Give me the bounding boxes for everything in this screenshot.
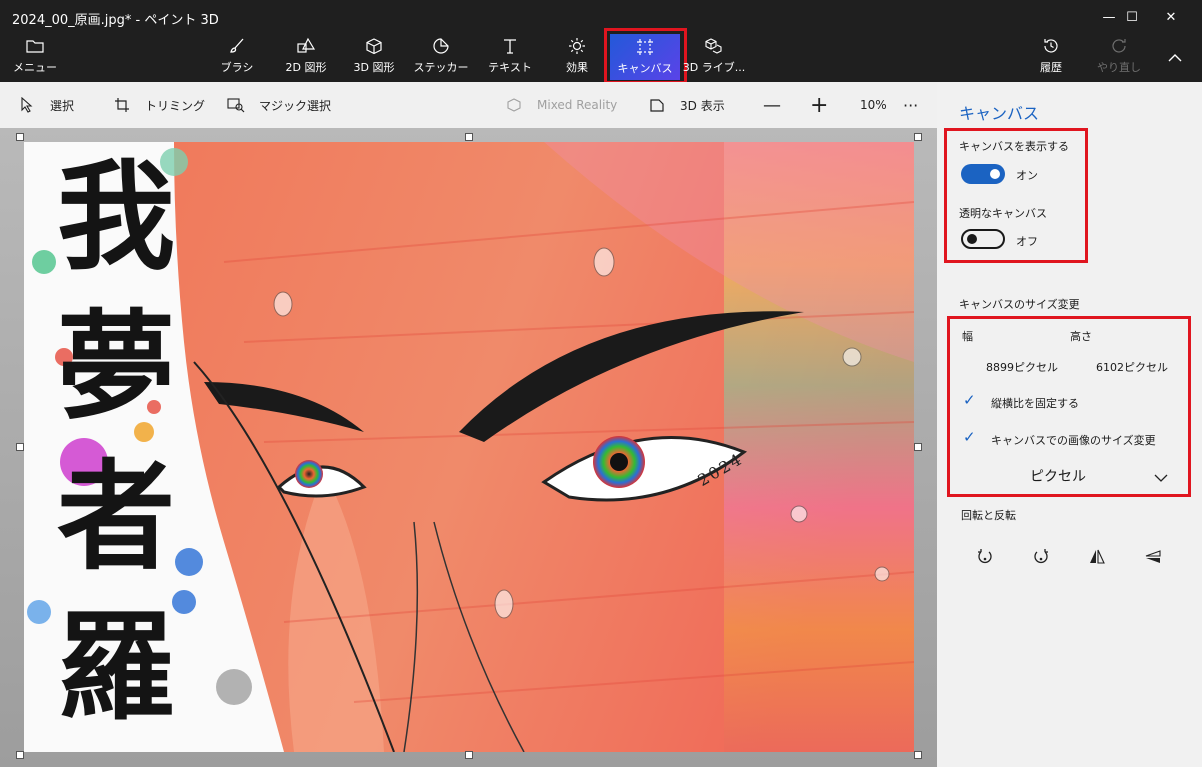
rotate-right-icon[interactable]: [1030, 546, 1052, 568]
close-button[interactable]: ✕: [1148, 0, 1194, 34]
magic-select-icon: [227, 96, 245, 114]
resize-handle[interactable]: [914, 443, 922, 451]
select-button[interactable]: 選択: [18, 82, 74, 128]
menu-label: メニュー: [13, 61, 57, 74]
tool-effects-label: 効果: [566, 61, 588, 74]
flip-horizontal-icon[interactable]: [1086, 546, 1108, 568]
tool-3d-shapes[interactable]: 3D 図形: [351, 36, 397, 82]
text-icon: [500, 36, 520, 56]
canvas-toolbar: 選択 トリミング マジック選択 Mixed Reality 3D 表示 — + …: [0, 82, 937, 128]
brush-icon: [227, 36, 247, 56]
mixed-reality-icon: [505, 96, 523, 114]
tool-effects[interactable]: 効果: [556, 36, 598, 82]
resize-handle[interactable]: [465, 751, 473, 759]
resize-handle[interactable]: [914, 751, 922, 759]
mixed-reality-button[interactable]: Mixed Reality: [505, 82, 617, 128]
tool-3d-library[interactable]: 3D ライブ...: [682, 36, 746, 82]
zoom-in-button[interactable]: +: [810, 82, 828, 128]
redo-icon: [1109, 36, 1129, 56]
3d-shapes-icon: [364, 36, 384, 56]
3d-view-label: 3D 表示: [680, 98, 725, 113]
tool-2d-shapes[interactable]: 2D 図形: [283, 36, 329, 82]
tool-brush[interactable]: ブラシ: [215, 36, 259, 82]
magic-select-button[interactable]: マジック選択: [227, 82, 331, 128]
resize-handle[interactable]: [16, 133, 24, 141]
tool-sticker-label: ステッカー: [413, 61, 469, 74]
resize-handle[interactable]: [16, 443, 24, 451]
3d-library-icon: [704, 36, 724, 56]
sticker-icon: [431, 36, 451, 56]
tool-2d-shapes-label: 2D 図形: [285, 61, 327, 74]
mixed-reality-label: Mixed Reality: [537, 98, 618, 112]
chevron-up-icon: [1165, 48, 1185, 68]
calligraphy-char: 夢: [56, 297, 175, 436]
history-icon: [1041, 36, 1061, 56]
rotate-flip-heading: 回転と反転: [961, 509, 1016, 522]
pointer-icon: [18, 96, 36, 114]
calligraphy-char: 羅: [56, 597, 175, 736]
resize-handle[interactable]: [16, 751, 24, 759]
resize-canvas-heading: キャンバスのサイズ変更: [959, 298, 1080, 311]
tool-brush-label: ブラシ: [220, 61, 254, 74]
select-label: 選択: [50, 98, 75, 113]
folder-icon: [25, 36, 45, 56]
panel-title: キャンバス: [959, 104, 1040, 123]
menu-button[interactable]: メニュー: [10, 36, 60, 82]
redo-button[interactable]: やり直し: [1095, 36, 1143, 82]
calligraphy-char: 者: [56, 447, 175, 586]
app-header: 2024_00_原画.jpg* - ペイント 3D — ☐ ✕ メニュー ブラシ…: [0, 0, 1202, 84]
rotate-left-icon[interactable]: [974, 546, 996, 568]
tool-sticker[interactable]: ステッカー: [414, 36, 469, 82]
more-options-button[interactable]: ···: [903, 82, 918, 128]
crop-label: トリミング: [145, 98, 206, 113]
zoom-level[interactable]: 10%: [860, 82, 887, 128]
calligraphy-char: 我: [56, 147, 175, 286]
tool-text-label: テキスト: [488, 61, 532, 74]
crop-icon: [113, 96, 131, 114]
3d-view-icon: [648, 96, 666, 114]
canvas-tool-highlight: [604, 28, 687, 84]
effects-icon: [567, 36, 587, 56]
history-button[interactable]: 履歴: [1032, 36, 1070, 82]
tool-3d-library-label: 3D ライブ...: [682, 61, 746, 74]
resize-handle[interactable]: [465, 133, 473, 141]
canvas-artwork[interactable]: 我 夢 者 羅 2024: [24, 142, 914, 752]
collapse-ribbon-button[interactable]: [1162, 36, 1188, 82]
canvas-options-highlight: [944, 128, 1088, 263]
tool-text[interactable]: テキスト: [488, 36, 532, 82]
resize-handle[interactable]: [914, 133, 922, 141]
3d-view-button[interactable]: 3D 表示: [648, 82, 725, 128]
zoom-out-button[interactable]: —: [763, 82, 781, 128]
2d-shapes-icon: [296, 36, 316, 56]
redo-label: やり直し: [1097, 61, 1141, 74]
tool-3d-shapes-label: 3D 図形: [353, 61, 395, 74]
flip-vertical-icon[interactable]: [1142, 546, 1164, 568]
window-title: 2024_00_原画.jpg* - ペイント 3D: [12, 13, 219, 28]
magic-select-label: マジック選択: [259, 98, 332, 113]
crop-button[interactable]: トリミング: [113, 82, 205, 128]
calligraphy-column: 我 夢 者 羅: [36, 142, 196, 742]
resize-options-highlight: [947, 316, 1191, 497]
history-label: 履歴: [1040, 61, 1062, 74]
